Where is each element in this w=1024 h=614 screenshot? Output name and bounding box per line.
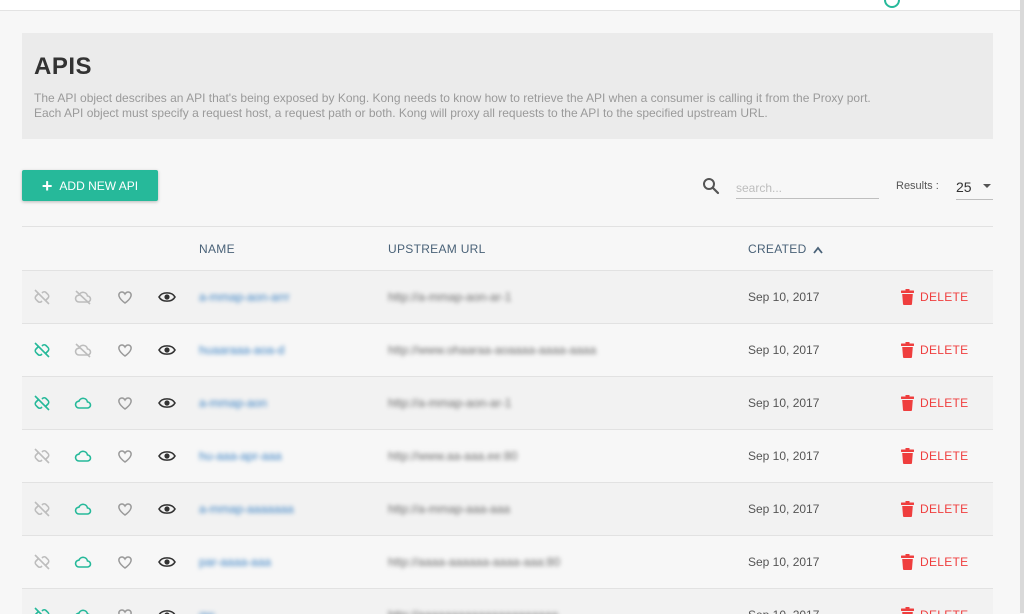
status-icon <box>884 0 900 8</box>
eye-icon[interactable] <box>158 288 176 306</box>
plus-icon: + <box>41 175 53 196</box>
results-per-page-select[interactable]: 25 <box>956 176 993 200</box>
table-row: a-mmap-aon-arrr http://a-mmap-aon-ar-1 Sep… <box>22 271 993 324</box>
api-table: NAME UPSTREAM URL CREATED a-mmap-aon-arr… <box>22 226 993 614</box>
delete-button[interactable]: DELETE <box>901 554 968 570</box>
add-new-api-label: ADD NEW API <box>59 178 139 193</box>
cloud-icon[interactable] <box>74 341 92 359</box>
delete-button[interactable]: DELETE <box>901 289 968 305</box>
delete-label: DELETE <box>920 343 969 357</box>
table-row: huaaraaa-aoa-d http://www.ohaaraa-aoaaaa-… <box>22 324 993 377</box>
delete-label: DELETE <box>920 555 969 569</box>
heart-icon[interactable] <box>116 500 134 518</box>
table-body: a-mmap-aon-arrr http://a-mmap-aon-ar-1 Sep… <box>22 271 993 614</box>
strip-path-icon[interactable] <box>33 341 51 359</box>
delete-button[interactable]: DELETE <box>901 342 968 358</box>
cloud-icon[interactable] <box>74 553 92 571</box>
upstream-url-text: http://www.aa-aaa.ee:80 <box>388 449 518 463</box>
eye-icon[interactable] <box>158 447 176 465</box>
created-date: Sep 10, 2017 <box>748 555 820 569</box>
api-name-link[interactable]: hu-aaa-apr-aaa <box>199 449 282 463</box>
strip-path-icon[interactable] <box>33 447 51 465</box>
trash-icon <box>901 395 914 411</box>
table-row: a-mmap-aon http://a-mmap-aon-ar-1 Sep 10, … <box>22 377 993 430</box>
heart-icon[interactable] <box>116 341 134 359</box>
column-header-name[interactable]: NAME <box>199 242 235 256</box>
page-header: APIS The API object describes an API tha… <box>22 33 993 139</box>
api-name-link[interactable]: a-mmap-aaaaaaa <box>199 502 294 516</box>
sort-ascending-icon <box>812 246 823 254</box>
delete-button[interactable]: DELETE <box>901 448 968 464</box>
delete-label: DELETE <box>920 396 969 410</box>
top-bar <box>0 0 1024 11</box>
created-date: Sep 10, 2017 <box>748 290 820 304</box>
delete-label: DELETE <box>920 449 969 463</box>
api-name-link[interactable]: par-aaaa-aaa <box>199 555 271 569</box>
heart-icon[interactable] <box>116 553 134 571</box>
eye-icon[interactable] <box>158 553 176 571</box>
table-row: hu-aaa-apr-aaa http://www.aa-aaa.ee:80 Sep… <box>22 430 993 483</box>
api-name-link[interactable]: huaaraaa-aoa-d <box>199 343 284 357</box>
strip-path-icon[interactable] <box>33 288 51 306</box>
cloud-icon[interactable] <box>74 288 92 306</box>
delete-label: DELETE <box>920 290 969 304</box>
results-per-page-value: 25 <box>956 179 972 195</box>
upstream-url-text: http://a-mmap-aaa-aaa <box>388 502 511 516</box>
results-label: Results : <box>896 180 939 192</box>
heart-icon[interactable] <box>116 447 134 465</box>
created-date: Sep 10, 2017 <box>748 449 820 463</box>
table-row: par-aaaa-aaa http://aaaa-aaaaaa-aaaa-aaa:… <box>22 536 993 589</box>
table-row: a-mmap-aaaaaaa http://a-mmap-aaa-aaa Sep 1… <box>22 483 993 536</box>
trash-icon <box>901 342 914 358</box>
trash-icon <box>901 289 914 305</box>
eye-icon[interactable] <box>158 394 176 412</box>
heart-icon[interactable] <box>116 288 134 306</box>
delete-label: DELETE <box>920 502 969 516</box>
delete-button[interactable]: DELETE <box>901 395 968 411</box>
api-name-link[interactable]: gw <box>199 608 214 614</box>
column-header-created[interactable]: CREATED <box>748 242 823 256</box>
heart-icon[interactable] <box>116 394 134 412</box>
api-name-link[interactable]: a-mmap-aon <box>199 396 267 410</box>
chevron-down-icon <box>983 184 991 188</box>
upstream-url-text: http://a-mmap-aon-ar-1 <box>388 396 512 410</box>
search-input[interactable] <box>736 177 879 199</box>
delete-button[interactable]: DELETE <box>901 501 968 517</box>
delete-label: DELETE <box>920 608 968 614</box>
upstream-url-text: http://www.ohaaraa-aoaaaa-aaaa-aaaa <box>388 343 597 357</box>
cloud-icon[interactable] <box>74 500 92 518</box>
eye-icon[interactable] <box>158 500 176 518</box>
trash-icon <box>901 501 914 517</box>
page-title: APIS <box>34 53 93 80</box>
strip-path-icon[interactable] <box>33 500 51 518</box>
search-icon[interactable] <box>702 177 720 195</box>
upstream-url-text: http://a-mmap-aon-ar-1 <box>388 290 512 304</box>
strip-path-icon[interactable] <box>33 553 51 571</box>
column-header-upstream-url[interactable]: UPSTREAM URL <box>388 242 486 256</box>
table-row: gw http://aaaaaaaaaaaaaaaaaaaaa Sep 10, 20… <box>22 589 993 614</box>
eye-icon[interactable] <box>158 341 176 359</box>
api-name-link[interactable]: a-mmap-aon-arrr <box>199 290 290 304</box>
trash-icon <box>901 554 914 570</box>
table-header: NAME UPSTREAM URL CREATED <box>22 227 993 271</box>
created-date: Sep 10, 2017 <box>748 608 819 614</box>
cloud-icon[interactable] <box>74 394 92 412</box>
upstream-url-text: http://aaaa-aaaaaa-aaaa-aaa:80 <box>388 555 561 569</box>
cloud-icon[interactable] <box>74 447 92 465</box>
trash-icon <box>901 448 914 464</box>
created-date: Sep 10, 2017 <box>748 396 820 410</box>
add-new-api-button[interactable]: + ADD NEW API <box>22 170 158 201</box>
created-date: Sep 10, 2017 <box>748 502 820 516</box>
upstream-url-text: http://aaaaaaaaaaaaaaaaaaaaa <box>388 608 558 614</box>
page-description: The API object describes an API that's b… <box>34 91 871 120</box>
strip-path-icon[interactable] <box>33 394 51 412</box>
created-date: Sep 10, 2017 <box>748 343 820 357</box>
scrollbar[interactable] <box>1020 0 1024 613</box>
